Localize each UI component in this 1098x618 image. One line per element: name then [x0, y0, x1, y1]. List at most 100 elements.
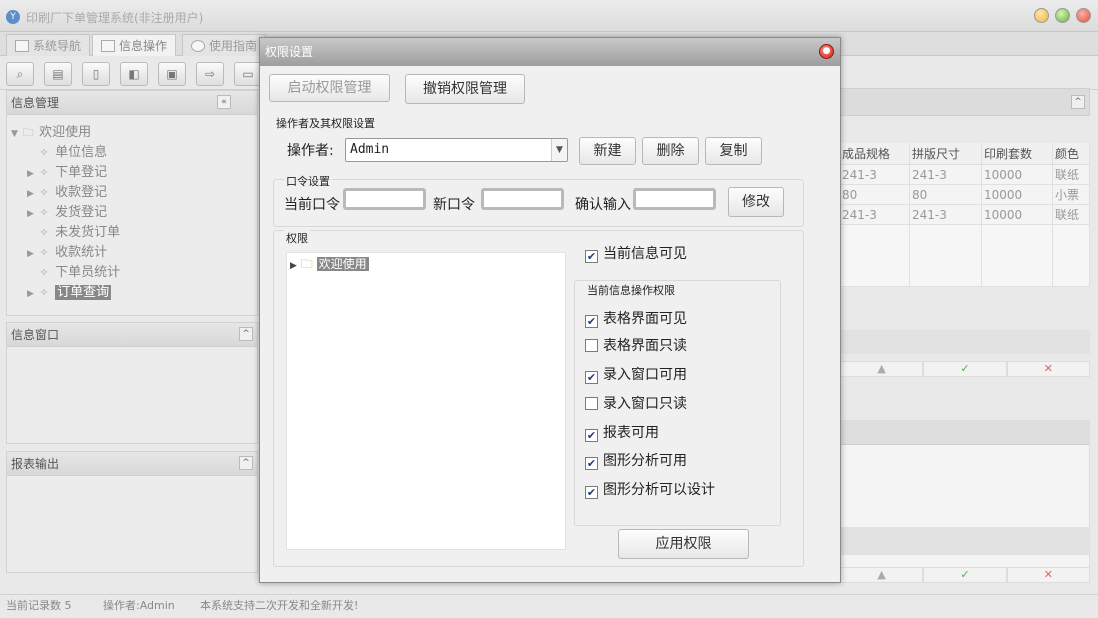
- checkbox-entry-enabled[interactable]: ✔ 录入窗口可用: [585, 364, 687, 384]
- permission-group-label: 权限: [284, 230, 310, 246]
- modify-password-button[interactable]: 修改: [728, 187, 784, 217]
- password-group-label: 口令设置: [284, 173, 332, 189]
- column-header[interactable]: 拼版尺寸: [910, 143, 982, 164]
- checkbox-chart-enabled[interactable]: ✔ 图形分析可用: [585, 450, 687, 470]
- table-cell: 241-3: [840, 205, 910, 224]
- monitor-icon: [15, 40, 29, 52]
- app-icon: Y: [6, 10, 20, 24]
- detail-header: [841, 421, 1089, 445]
- expand-icon[interactable]: ▶: [290, 261, 297, 271]
- collapse-up-icon[interactable]: ^: [239, 456, 253, 470]
- info-management-panel: 信息管理 « ▼ 🗀 欢迎使用 ✧ 单位信息 ▶ ✧ 下单登记 ▶ ✧ 收款登记 ▶ ✧…: [6, 90, 258, 316]
- export-tool-button[interactable]: ⇨: [196, 62, 224, 86]
- operator-select[interactable]: Admin ▼: [345, 138, 568, 162]
- permission-tree[interactable]: ▶ 🗀 欢迎使用: [286, 252, 566, 550]
- tab-system-nav[interactable]: 系统导航: [6, 34, 91, 56]
- tool-icon: ✧: [39, 266, 49, 279]
- expand-icon[interactable]: ▶: [27, 209, 37, 219]
- expand-icon[interactable]: ▶: [27, 169, 37, 179]
- tree-item-payment-register[interactable]: ▶ ✧ 收款登记: [27, 181, 107, 200]
- confirm-password-label: 确认输入: [575, 197, 631, 213]
- cancel-button[interactable]: ✕: [1006, 361, 1090, 377]
- cancel-button[interactable]: ✕: [1006, 567, 1090, 583]
- chevron-down-icon[interactable]: ▼: [551, 139, 567, 161]
- info-management-title: 信息管理: [11, 96, 60, 110]
- delete-button[interactable]: 删除: [642, 137, 699, 165]
- apply-permission-button[interactable]: 应用权限: [618, 529, 749, 559]
- checkbox-unchecked-icon: [585, 339, 598, 352]
- print-tool-button[interactable]: ▭: [234, 62, 262, 86]
- table-row[interactable]: 241-3 241-3 10000 联纸: [840, 165, 1090, 185]
- title-bar: Y 印刷厂下单管理系统(非注册用户): [0, 0, 1098, 32]
- checkbox-chart-design[interactable]: ✔ 图形分析可以设计: [585, 479, 715, 499]
- collapse-up-icon[interactable]: ^: [239, 327, 253, 341]
- expand-icon[interactable]: ▼: [11, 129, 21, 139]
- user-tool-button[interactable]: ◧: [120, 62, 148, 86]
- column-header[interactable]: 成品规格: [840, 143, 910, 164]
- current-password-input[interactable]: [343, 188, 426, 210]
- current-visible-checkbox[interactable]: ✔ 当前信息可见: [585, 243, 687, 263]
- table-cell: 241-3: [840, 165, 910, 184]
- checkbox-checked-icon: ✔: [585, 371, 598, 384]
- tab-info-ops[interactable]: 信息操作: [92, 34, 177, 56]
- checkbox-grid-visible[interactable]: ✔ 表格界面可见: [585, 308, 687, 328]
- tree-item-welcome[interactable]: ▼ 🗀 欢迎使用: [11, 121, 91, 143]
- table-row[interactable]: 80 80 10000 小票: [840, 185, 1090, 205]
- new-password-input[interactable]: [481, 188, 564, 210]
- permission-tree-root[interactable]: ▶ 🗀 欢迎使用: [290, 255, 369, 276]
- checkbox-checked-icon: ✔: [585, 315, 598, 328]
- search-tool-button[interactable]: ⌕: [6, 62, 34, 86]
- table-cell: 241-3: [910, 165, 982, 184]
- tool-icon: ✧: [39, 226, 49, 239]
- tree-item-payment-stats[interactable]: ▶ ✧ 收款统计: [27, 241, 107, 260]
- detail-panel: [840, 420, 1090, 570]
- collapse-up-icon[interactable]: ^: [1071, 95, 1085, 109]
- copy-button[interactable]: 复制: [705, 137, 762, 165]
- confirm-button[interactable]: ✓: [923, 361, 1007, 377]
- checkbox-report-enabled[interactable]: ✔ 报表可用: [585, 422, 659, 442]
- maximize-button[interactable]: [1055, 8, 1070, 23]
- enable-permission-button[interactable]: 启动权限管理: [269, 74, 390, 102]
- record-count: 当前记录数 5: [6, 599, 72, 612]
- column-header[interactable]: 印刷套数: [982, 143, 1053, 164]
- table-row[interactable]: 241-3 241-3 10000 联纸: [840, 205, 1090, 225]
- tree-item-unit-info[interactable]: ✧ 单位信息: [27, 141, 107, 160]
- checkbox-entry-readonly[interactable]: 录入窗口只读: [585, 393, 687, 413]
- close-button[interactable]: [1076, 8, 1091, 23]
- confirm-button[interactable]: ✓: [923, 567, 1007, 583]
- tree-item-order-query[interactable]: ▶ ✧ 订单查询: [27, 281, 112, 300]
- detail-action-row: ▲ ✓ ✕: [840, 567, 1090, 583]
- data-grid: 成品规格 拼版尺寸 印刷套数 颜色 241-3 241-3 10000 联纸 8…: [840, 143, 1090, 287]
- checkbox-checked-icon: ✔: [585, 457, 598, 470]
- column-header[interactable]: 颜色: [1053, 143, 1090, 164]
- tree-item-orderer-stats[interactable]: ✧ 下单员统计: [27, 261, 120, 280]
- new-button[interactable]: 新建: [579, 137, 636, 165]
- checkbox-grid-readonly[interactable]: 表格界面只读: [585, 335, 687, 355]
- expand-icon[interactable]: ▶: [27, 189, 37, 199]
- expand-icon[interactable]: ▶: [27, 249, 37, 259]
- table-cell: 80: [910, 185, 982, 204]
- tree-item-unshipped-orders[interactable]: ✧ 未发货订单: [27, 221, 120, 240]
- table-cell: 小票: [1053, 185, 1090, 204]
- document-tool-button[interactable]: ▯: [82, 62, 110, 86]
- confirm-password-input[interactable]: [633, 188, 716, 210]
- minimize-button[interactable]: [1034, 8, 1049, 23]
- current-password-label: 当前口令: [284, 197, 340, 213]
- info-window-panel: 信息窗口 ^: [6, 322, 258, 444]
- operator-status: 操作者:Admin: [103, 599, 175, 612]
- form-tool-button[interactable]: ▤: [44, 62, 72, 86]
- move-up-button[interactable]: ▲: [840, 361, 924, 377]
- info-window-title: 信息窗口: [11, 328, 60, 342]
- tool-icon: ✧: [39, 246, 49, 259]
- revoke-permission-button[interactable]: 撤销权限管理: [405, 74, 525, 104]
- dialog-title-bar: 权限设置 ●: [260, 38, 840, 66]
- detail-nav-bar: [841, 527, 1089, 555]
- window-tool-button[interactable]: ▣: [158, 62, 186, 86]
- tab-user-guide[interactable]: 使用指南: [182, 34, 267, 56]
- tree-item-shipping-register[interactable]: ▶ ✧ 发货登记: [27, 201, 107, 220]
- collapse-left-icon[interactable]: «: [217, 95, 231, 109]
- dialog-close-button[interactable]: ●: [819, 44, 834, 59]
- move-up-button[interactable]: ▲: [840, 567, 924, 583]
- expand-icon[interactable]: ▶: [27, 289, 37, 299]
- tree-item-order-register[interactable]: ▶ ✧ 下单登记: [27, 161, 107, 180]
